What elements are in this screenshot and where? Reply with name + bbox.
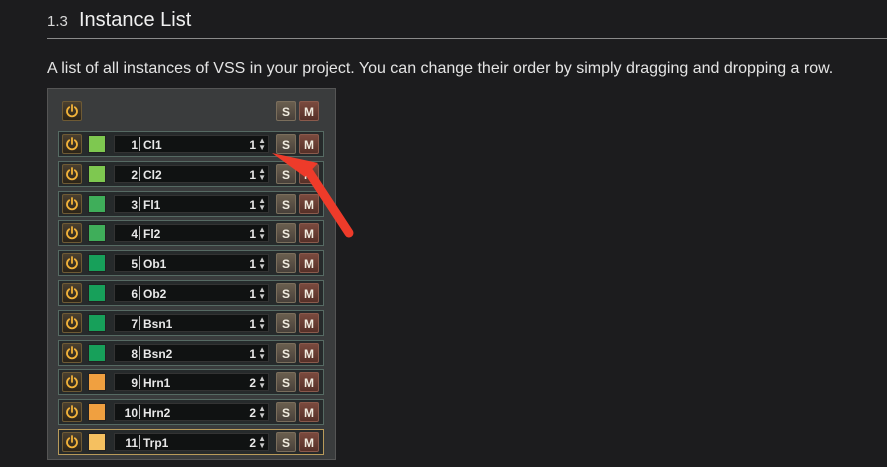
red-arrow-annotation xyxy=(272,153,354,238)
arrow-shaft xyxy=(304,167,354,238)
